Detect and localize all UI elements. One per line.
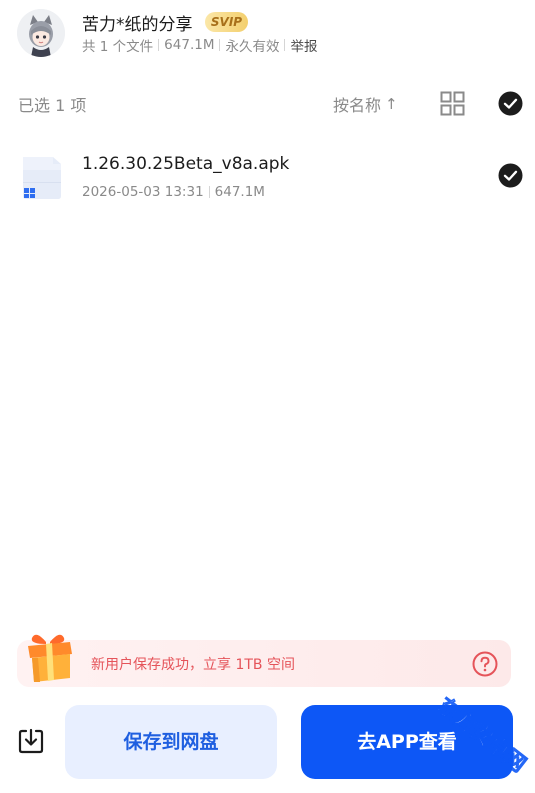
file-date: 2026-05-03 13:31 — [82, 184, 204, 200]
save-to-drive-button[interactable]: 保存到网盘 — [65, 705, 277, 779]
promo-text: 新用户保存成功，立享 1TB 空间 — [91, 657, 295, 673]
file-name: 1.26.30.25Beta_v8a.apk — [82, 154, 290, 174]
total-size: 647.1M — [164, 37, 215, 53]
open-in-app-button[interactable]: 去APP查看 — [301, 705, 513, 779]
sharer-name: 苦力*纸的分享 — [82, 15, 193, 35]
report-link[interactable]: 举报 — [290, 35, 317, 55]
gift-icon — [28, 634, 72, 682]
file-list-item[interactable]: 1.26.30.25Beta_v8a.apk 2026-05-03 13:31 … — [0, 146, 535, 210]
share-header: 苦力*纸的分享 SVIP 共 1 个文件 647.1M 永久有效 举报 — [0, 0, 535, 70]
select-all-checkbox[interactable] — [498, 91, 523, 116]
validity: 永久有效 — [225, 39, 280, 55]
download-icon[interactable] — [17, 727, 45, 755]
sharer-avatar[interactable] — [17, 9, 65, 57]
divider — [158, 39, 160, 51]
apk-file-icon — [23, 157, 61, 199]
divider — [284, 39, 286, 51]
bottom-action-bar: 保存到网盘 去APP查看 — [0, 700, 535, 793]
file-checkbox[interactable] — [498, 163, 523, 188]
divider — [219, 39, 221, 51]
file-size: 647.1M — [214, 184, 265, 200]
avatar-illustration — [17, 9, 65, 57]
svip-badge: SVIP — [205, 12, 248, 32]
file-meta: 2026-05-03 13:31 647.1M — [82, 184, 265, 200]
sort-by-name-button[interactable]: 按名称 ↑ — [333, 92, 398, 116]
sort-label: 按名称 — [333, 96, 382, 115]
promo-banner[interactable]: 新用户保存成功，立享 1TB 空间 — [17, 640, 511, 687]
sort-arrow-icon: ↑ — [385, 95, 398, 113]
file-count: 共 1 个文件 — [82, 39, 154, 55]
selection-toolbar: 已选 1 项 按名称 ↑ — [0, 84, 535, 122]
divider — [208, 186, 210, 198]
question-icon[interactable] — [472, 651, 498, 677]
selected-count: 已选 1 项 — [18, 96, 87, 115]
share-meta: 共 1 个文件 647.1M 永久有效 举报 — [82, 35, 317, 55]
grid-view-icon[interactable] — [440, 91, 465, 116]
